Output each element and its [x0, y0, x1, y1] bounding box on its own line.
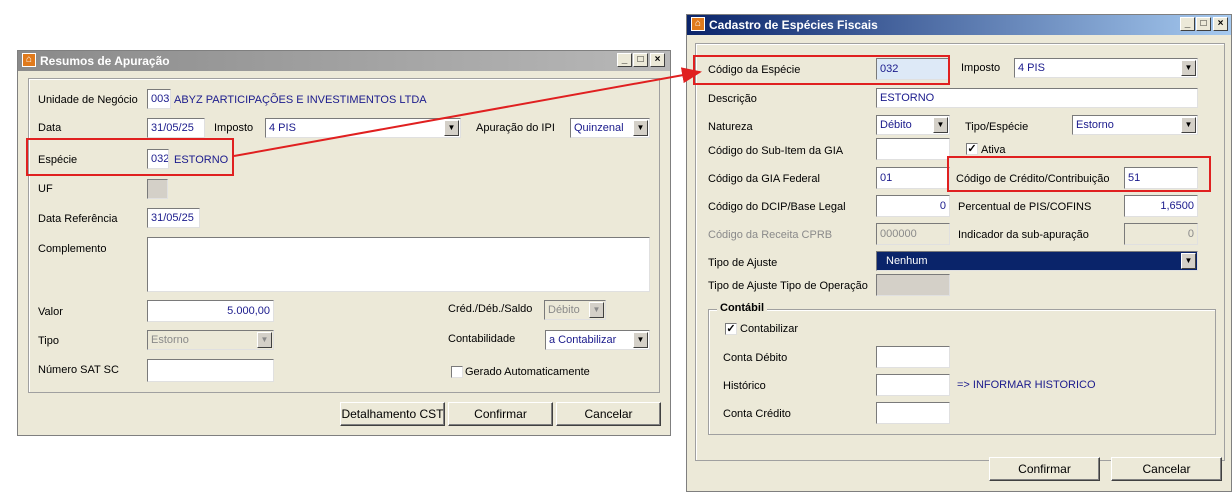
arrow-line [233, 67, 702, 157]
annotation-arrow [233, 67, 702, 157]
